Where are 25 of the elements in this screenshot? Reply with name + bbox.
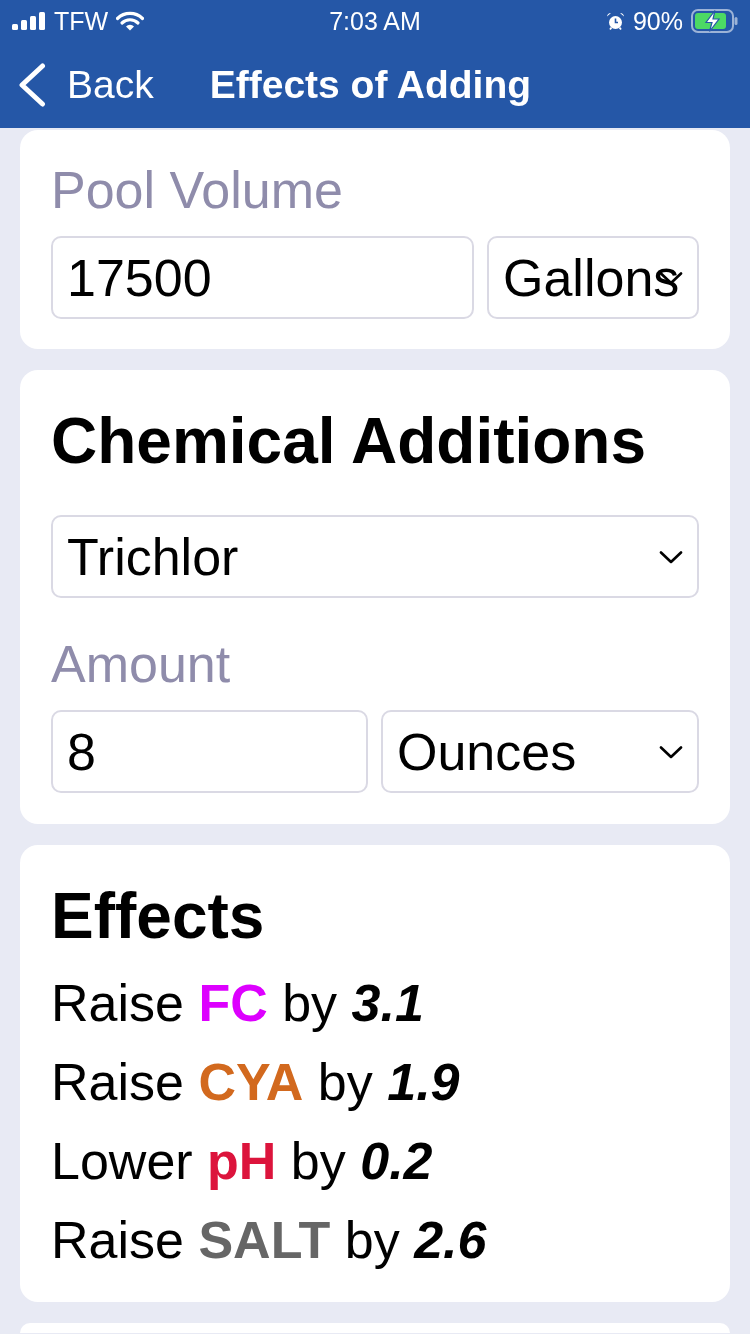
card-title: Chemical Additions [51,404,648,479]
back-chevron-icon [18,63,46,107]
cellular-signal-icon [12,12,46,30]
chemical-select[interactable]: Trichlor [51,515,699,598]
dropdown-chevron-icon [659,550,683,564]
screen-title: Effects of Adding [209,62,532,108]
effect-sentence: Lower pH by 0.2 [51,1131,434,1192]
dropdown-chevron-icon [659,745,683,759]
status-time: 7:03 AM [329,6,421,36]
unit-select[interactable]: Gallons [487,236,699,319]
alarm-clock-icon [605,11,625,31]
unit-select[interactable]: Ounces [381,710,699,793]
card-title: Effects [51,879,266,954]
charging-battery-icon [691,9,738,33]
effect-sentence: Raise SALT by 2.6 [51,1210,488,1271]
field-label: Amount [51,634,232,695]
back-button[interactable]: Back [18,62,154,108]
battery-percentage: 90% [632,6,683,36]
wifi-icon [116,11,145,31]
field-label: Pool Volume [51,160,344,221]
volume-input[interactable]: 17500 [51,236,474,319]
amount-input[interactable]: 8 [51,710,368,793]
carrier-name: TFW [54,6,109,36]
effect-sentence: Raise CYA by 1.9 [51,1052,461,1113]
effect-sentence: Raise FC by 3.1 [51,973,425,1034]
